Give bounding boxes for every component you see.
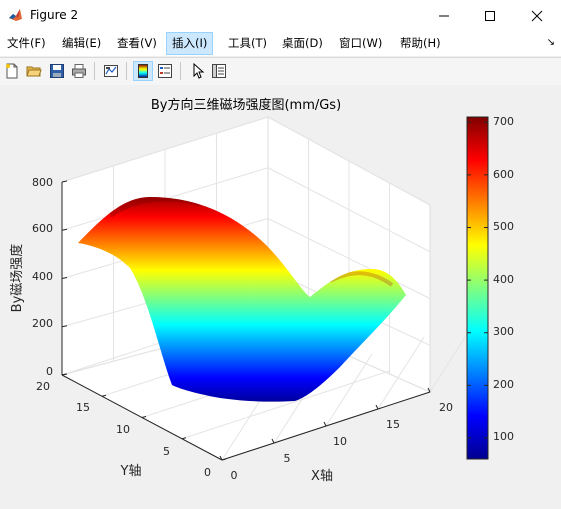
y-tick-label: 10 (116, 423, 130, 436)
open-file-button[interactable] (24, 61, 44, 81)
z-tick-label: 600 (32, 222, 53, 235)
menu-bar: 文件(F) 编辑(E) 查看(V) 插入(I) 工具(T) 桌面(D) 窗口(W… (0, 31, 561, 56)
save-icon (50, 64, 64, 78)
toolbar-separator (94, 62, 95, 80)
save-button[interactable] (47, 61, 67, 81)
x-tick-label: 0 (231, 469, 238, 482)
maximize-button[interactable] (467, 0, 513, 31)
figure-window: Figure 2 文件(F) 编辑(E) 查看(V) 插入(I) 工具(T) 桌… (0, 0, 561, 505)
edit-plot-pointer-icon (193, 63, 205, 79)
link-plot-button[interactable] (101, 61, 121, 81)
link-plot-icon (104, 65, 118, 77)
menu-file[interactable]: 文件(F) (2, 33, 51, 54)
figure-toolbar (0, 57, 561, 86)
chart-title: By方向三维磁场强度图(mm/Gs) (151, 97, 341, 113)
property-inspector-icon (212, 64, 226, 78)
matlab-logo-icon (7, 7, 23, 23)
colorbar-tick-label: 500 (493, 220, 514, 233)
window-title: Figure 2 (30, 8, 79, 22)
toolbar-separator (180, 62, 181, 80)
y-tick-label: 20 (36, 380, 50, 393)
menu-edit[interactable]: 编辑(E) (57, 33, 106, 54)
colorbar-tick-label: 700 (493, 115, 514, 128)
z-tick-label: 800 (32, 176, 53, 189)
print-icon (72, 64, 86, 78)
colorbar-tick-label: 600 (493, 168, 514, 181)
z-tick-label: 400 (32, 270, 53, 283)
new-figure-button[interactable] (2, 61, 22, 81)
y-tick-label: 15 (76, 401, 90, 414)
maximize-icon (485, 10, 495, 21)
menu-desktop[interactable]: 桌面(D) (277, 33, 328, 54)
menu-help[interactable]: 帮助(H) (395, 33, 446, 54)
new-figure-icon (6, 63, 18, 79)
colorbar-tick-label: 100 (493, 430, 514, 443)
insert-colorbar-button[interactable] (133, 61, 153, 81)
x-axis-label: X轴 (311, 469, 333, 484)
x-tick-label: 5 (284, 452, 291, 465)
print-button[interactable] (69, 61, 89, 81)
menu-tools[interactable]: 工具(T) (223, 33, 272, 54)
menu-view[interactable]: 查看(V) (112, 33, 162, 54)
colorbar-tick-label: 400 (493, 273, 514, 286)
z-tick-label: 0 (46, 365, 53, 378)
insert-legend-button[interactable] (155, 61, 175, 81)
colorbar-tick-label: 200 (493, 378, 514, 391)
minimize-icon (439, 15, 449, 16)
toolbar-separator (126, 62, 127, 80)
x-tick-label: 20 (439, 401, 453, 414)
z-axis-label: By磁场强度 (9, 244, 25, 313)
x-tick-label: 15 (386, 418, 400, 431)
menu-overflow-arrow[interactable]: ↘ (547, 37, 555, 48)
y-tick-label: 0 (204, 466, 211, 479)
y-tick-label: 5 (163, 445, 170, 458)
close-icon (531, 10, 543, 21)
menu-window[interactable]: 窗口(W) (334, 33, 387, 54)
insert-colorbar-icon (138, 64, 148, 78)
open-file-icon (26, 66, 42, 77)
figure-canvas: By方向三维磁场强度图(mm/Gs) 800 600 400 200 0 20 … (0, 85, 561, 505)
title-bar: Figure 2 (0, 0, 561, 31)
y-axis-label: Y轴 (120, 464, 142, 479)
z-tick-label: 200 (32, 317, 53, 330)
x-tick-label: 10 (333, 435, 347, 448)
edit-plot-button[interactable] (187, 61, 207, 81)
surface-plot[interactable]: By方向三维磁场强度图(mm/Gs) 800 600 400 200 0 20 … (0, 85, 561, 505)
colorbar[interactable] (466, 116, 489, 460)
property-inspector-button[interactable] (209, 61, 229, 81)
close-button[interactable] (514, 0, 560, 31)
minimize-button[interactable] (421, 0, 467, 31)
colorbar-tick-label: 300 (493, 325, 514, 338)
insert-legend-icon (158, 64, 172, 78)
menu-insert[interactable]: 插入(I) (166, 32, 214, 55)
